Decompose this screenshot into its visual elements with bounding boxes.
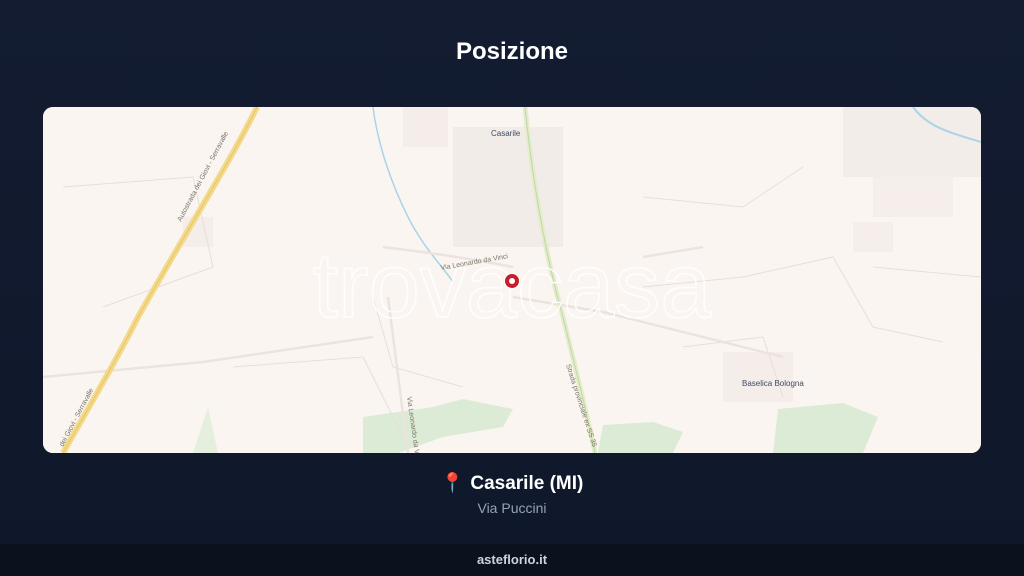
map-view[interactable]: Autostrada dei Giovi - Serravalle dei Gi… [43, 107, 981, 453]
footer-site[interactable]: asteflorio.it [477, 552, 547, 567]
place-label-casarile: Casarile [491, 129, 521, 138]
map-canvas[interactable]: Autostrada dei Giovi - Serravalle dei Gi… [43, 107, 981, 453]
page-title: Posizione [455, 38, 569, 65]
place-label-baselica: Baselica Bologna [742, 379, 804, 388]
pushpin-icon: 📍 [440, 473, 465, 494]
location-street: Via Puccini [477, 500, 547, 516]
map-marker-icon[interactable] [504, 273, 520, 289]
footer: asteflorio.it [0, 544, 1024, 576]
location-city: Casarile (MI) [470, 473, 584, 494]
location-heading: 📍 Casarile (MI) [0, 471, 1024, 495]
